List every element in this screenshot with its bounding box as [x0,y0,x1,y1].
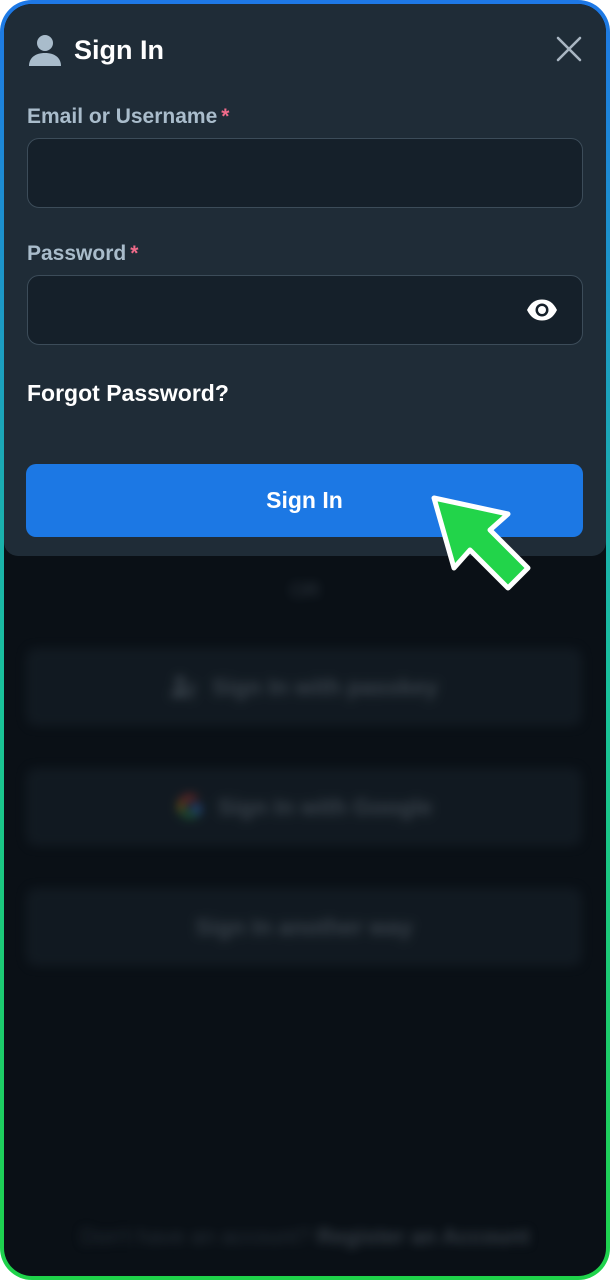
another-way-button-label: Sign In another way [195,913,413,940]
eye-icon[interactable] [526,298,558,322]
password-label-text: Password [27,242,127,265]
google-signin-button[interactable]: Sign In with Google [26,768,582,846]
passkey-button-label: Sign In with passkey [211,673,439,700]
another-way-button[interactable]: Sign In another way [26,888,582,966]
email-field[interactable] [28,139,582,207]
password-field[interactable] [28,276,582,344]
register-prompt-text: Don't have an account? [80,1224,311,1249]
passkey-button[interactable]: Sign In with passkey [26,648,582,726]
required-asterisk: * [221,105,230,128]
screen: OR Sign In with passkey Sign In with Goo… [4,4,606,1276]
google-button-label: Sign In with Google [217,793,433,820]
password-field-wrapper [27,275,583,345]
email-label: Email or Username * [27,105,229,129]
google-icon [178,795,201,818]
forgot-password-link[interactable]: Forgot Password? [27,380,229,407]
user-icon [29,35,61,66]
cursor-arrow-icon [431,495,531,591]
device-frame: OR Sign In with passkey Sign In with Goo… [0,0,610,1280]
required-asterisk: * [130,242,139,265]
email-label-text: Email or Username [27,105,218,128]
password-label: Password * [27,242,138,266]
register-link[interactable]: Register an Account [317,1224,530,1249]
modal-header: Sign In [28,30,164,70]
passkey-icon [170,676,196,701]
signin-button-label: Sign In [266,487,343,513]
register-prompt: Don't have an account? Register an Accou… [4,1224,606,1250]
close-icon[interactable] [554,34,584,64]
signin-modal: Sign In Email or Username * Password * F… [4,4,606,556]
email-field-wrapper [27,138,583,208]
modal-title: Sign In [74,34,164,65]
